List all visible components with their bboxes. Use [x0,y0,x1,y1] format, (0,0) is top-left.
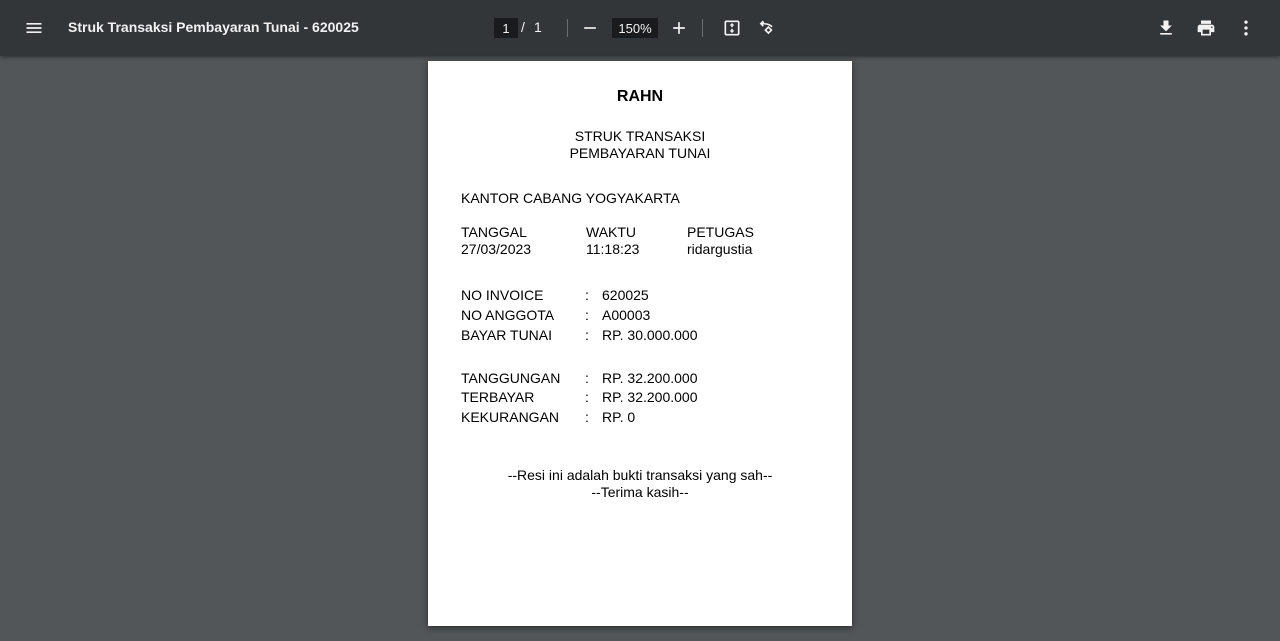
meta-header-officer: PETUGAS [687,224,754,240]
summary-colon: : [585,409,589,425]
fit-to-page-icon[interactable] [714,10,750,46]
zoom-level-input[interactable] [612,18,658,38]
page-number-input[interactable] [494,18,518,38]
footer-thanks: --Terima kasih-- [591,484,689,500]
summary-label: KEKURANGAN [461,409,560,425]
detail-value: A00003 [602,307,651,323]
toolbar-divider [702,19,703,37]
download-icon[interactable] [1148,10,1184,46]
minus-icon[interactable] [572,10,608,46]
footer-note: --Resi ini adalah bukti transaksi yang s… [507,467,773,483]
page-separator: / [521,19,525,35]
branch-name: KANTOR CABANG YOGYAKARTA [461,190,680,206]
summary-colon: : [585,370,589,386]
summary-colon: : [585,389,589,405]
detail-value: 620025 [602,287,649,303]
detail-label: BAYAR TUNAI [461,327,553,343]
receipt-brand: RAHN [616,88,664,105]
detail-label: NO ANGGOTA [461,307,555,323]
detail-value: RP. 30.000.000 [602,327,698,343]
meta-header-date: TANGGAL [461,224,527,240]
meta-header-time: WAKTU [586,224,637,240]
pdf-page: RAHN STRUK TRANSAKSI PEMBAYARAN TUNAI KA… [428,61,852,626]
detail-colon: : [585,327,589,343]
meta-value-date: 27/03/2023 [461,241,532,257]
print-icon[interactable] [1188,10,1224,46]
summary-label: TERBAYAR [461,389,535,405]
detail-label: NO INVOICE [461,287,544,303]
toolbar-divider [567,19,568,37]
page-total: 1 [534,19,542,35]
meta-value-time: 11:18:23 [586,241,640,257]
pdf-toolbar: Struk Transaksi Pembayaran Tunai - 62002… [0,0,1280,56]
summary-value: RP. 32.200.000 [602,370,698,386]
summary-value: RP. 32.200.000 [602,389,698,405]
detail-colon: : [585,287,589,303]
receipt-heading-line2: PEMBAYARAN TUNAI [569,145,711,161]
summary-label: TANGGUNGAN [461,370,561,386]
summary-value: RP. 0 [602,409,636,425]
plus-icon[interactable] [661,10,697,46]
receipt-heading-line1: STRUK TRANSAKSI [574,128,706,144]
detail-colon: : [585,307,589,323]
menu-icon[interactable] [16,10,52,46]
meta-value-officer: ridargustia [687,241,753,257]
rotate-icon[interactable] [750,10,786,46]
more-vert-icon[interactable] [1228,10,1264,46]
document-title: Struk Transaksi Pembayaran Tunai - 62002… [68,19,359,35]
